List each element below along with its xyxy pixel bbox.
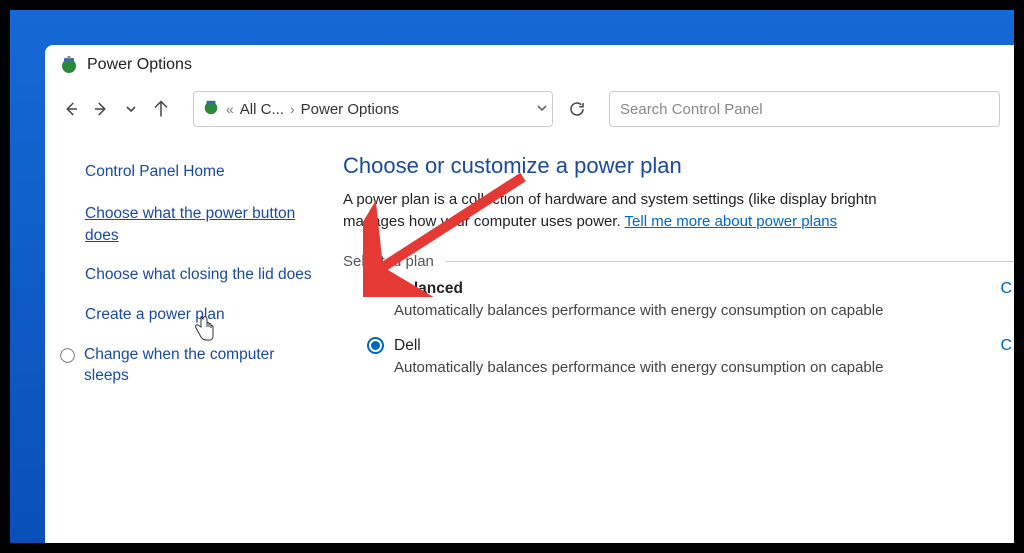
plan-name: Dell (394, 337, 421, 355)
sidebar-link-close-lid[interactable]: Choose what closing the lid does (85, 264, 317, 286)
breadcrumb-dropdown-icon[interactable] (536, 101, 548, 117)
sidebar-link-power-button[interactable]: Choose what the power button does (85, 203, 317, 246)
title-bar: Power Options (45, 45, 1014, 81)
window-title: Power Options (87, 56, 192, 74)
change-plan-link[interactable]: C (1000, 337, 1012, 355)
desktop-frame: Power Options « All C... › (10, 10, 1014, 543)
search-input[interactable]: Search Control Panel (609, 91, 1000, 127)
plan-subtitle: Automatically balances performance with … (394, 302, 1014, 319)
moon-icon (59, 347, 76, 364)
plan-name: Balanced (394, 280, 463, 298)
back-button[interactable] (59, 97, 83, 121)
page-description: A power plan is a collection of hardware… (343, 189, 1014, 233)
page-heading: Choose or customize a power plan (343, 153, 1014, 179)
app-icon (59, 55, 79, 75)
refresh-button[interactable] (559, 91, 595, 127)
plan-item: Balanced C Automatically balances perfor… (367, 280, 1014, 319)
breadcrumb-chevron-icon: › (290, 101, 295, 117)
change-plan-link[interactable]: C (1000, 280, 1012, 298)
up-button[interactable] (149, 97, 173, 121)
plan-subtitle: Automatically balances performance with … (394, 359, 1014, 376)
tell-me-more-link[interactable]: Tell me more about power plans (625, 213, 838, 230)
plan-radio-dell[interactable] (367, 337, 384, 354)
content-area: Control Panel Home Choose what the power… (45, 141, 1014, 539)
search-placeholder: Search Control Panel (620, 101, 763, 118)
breadcrumb-chevron-icon: « (226, 101, 234, 117)
breadcrumb-parent[interactable]: All C... (240, 101, 284, 118)
toolbar: « All C... › Power Options Search Contro… (45, 81, 1014, 141)
plan-radio-balanced[interactable] (367, 280, 384, 297)
breadcrumb-current[interactable]: Power Options (301, 101, 399, 118)
control-panel-home-link[interactable]: Control Panel Home (85, 163, 317, 181)
recent-dropdown-icon[interactable] (119, 97, 143, 121)
plan-item: Dell C Automatically balances performanc… (367, 337, 1014, 376)
sidebar-link-change-sleep[interactable]: Change when the computer sleeps (84, 344, 317, 387)
divider (446, 261, 1014, 262)
sidebar-link-create-plan[interactable]: Create a power plan (85, 304, 317, 326)
breadcrumb-bar[interactable]: « All C... › Power Options (193, 91, 553, 127)
section-label: Selected plan (343, 253, 1014, 270)
main-panel: Choose or customize a power plan A power… (335, 153, 1014, 539)
breadcrumb-icon (202, 98, 220, 120)
forward-button[interactable] (89, 97, 113, 121)
sidebar: Control Panel Home Choose what the power… (45, 153, 335, 539)
power-options-window: Power Options « All C... › (45, 45, 1014, 543)
